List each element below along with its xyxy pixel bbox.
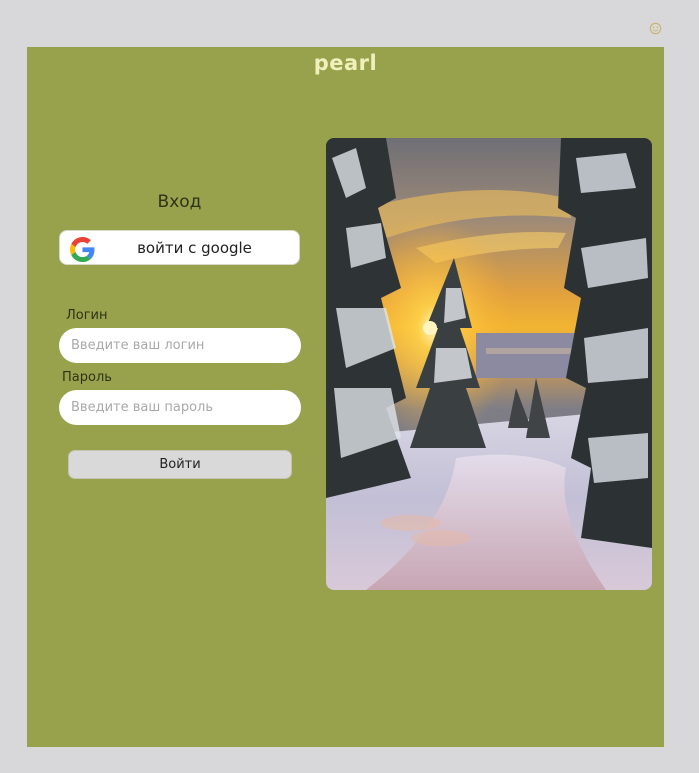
- winter-forest-photo: [326, 138, 652, 590]
- login-title: Вход: [157, 192, 202, 212]
- google-login-button[interactable]: войти с google: [59, 230, 300, 265]
- google-button-label: войти с google: [137, 239, 252, 257]
- password-input[interactable]: [59, 390, 301, 425]
- google-icon: [70, 237, 95, 262]
- submit-button[interactable]: Войти: [68, 450, 292, 479]
- main-panel: pearl Вход войти с google Логин Пароль В…: [27, 47, 664, 747]
- password-label: Пароль: [62, 370, 112, 385]
- brand-logo: pearl: [313, 51, 378, 75]
- login-input[interactable]: [59, 328, 301, 363]
- smiley-icon[interactable]: [649, 22, 662, 35]
- login-label: Логин: [66, 308, 108, 323]
